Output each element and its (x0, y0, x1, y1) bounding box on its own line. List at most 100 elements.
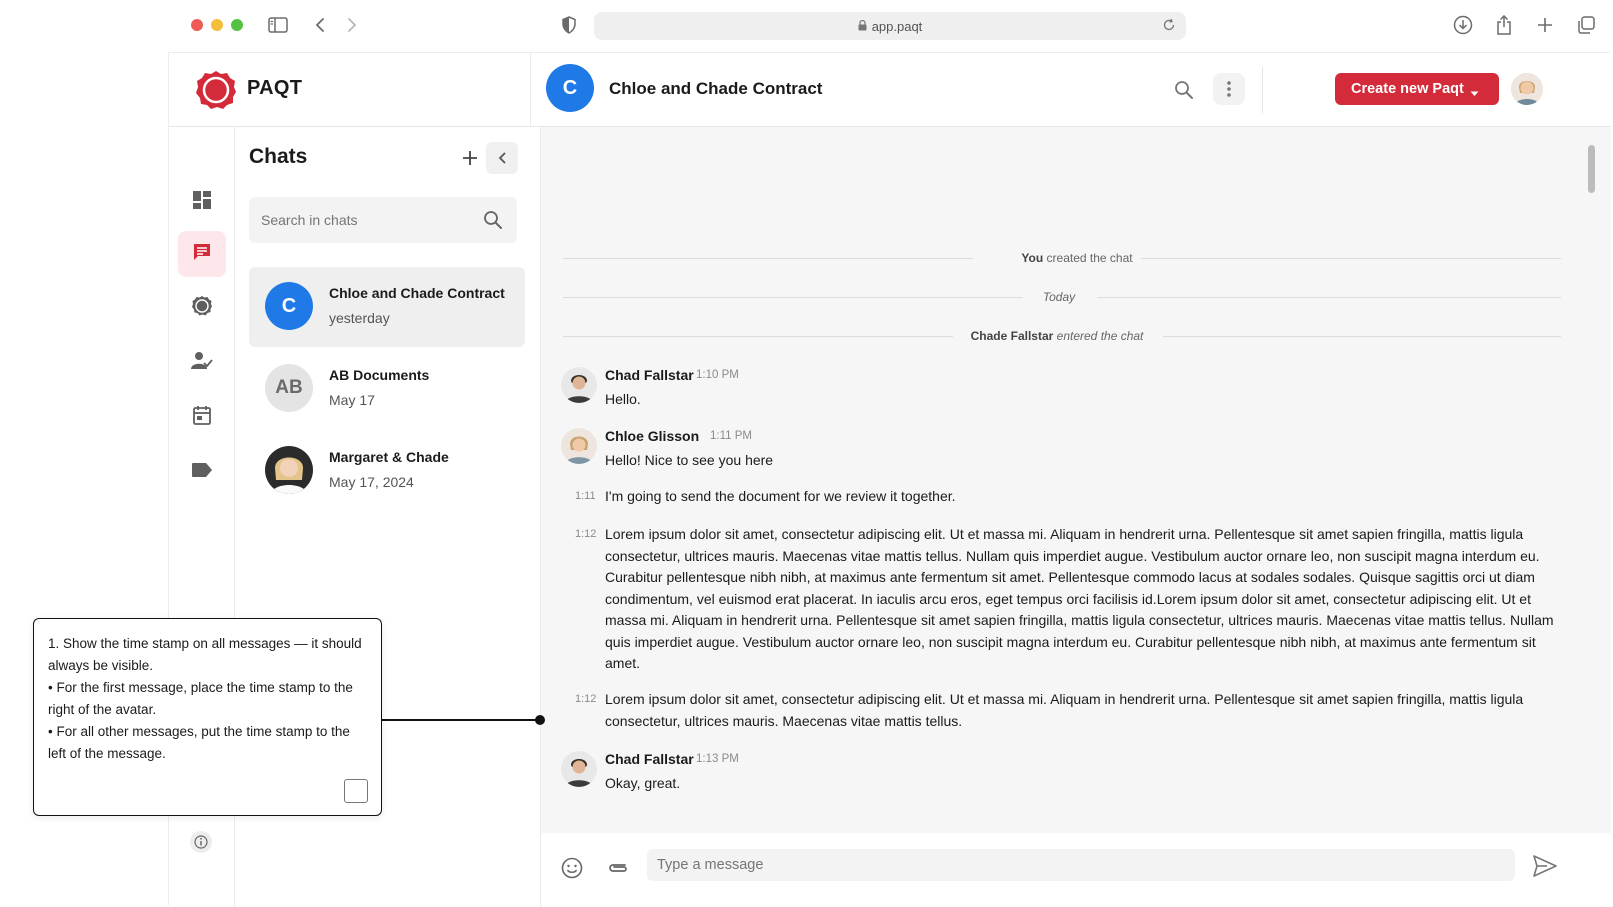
nav-dashboard[interactable] (178, 179, 226, 225)
message-timestamp: 1:11 PM (710, 430, 752, 442)
message-timestamp: 1:11 (575, 490, 596, 502)
send-icon[interactable] (1533, 855, 1559, 879)
message-text: Hello! Nice to see you here (605, 452, 774, 468)
system-divider-line (563, 336, 953, 337)
conversation-panel: You created the chat Today Chade Fallsta… (541, 127, 1611, 833)
info-icon[interactable] (190, 831, 212, 853)
date-divider-label: Today (1042, 290, 1076, 304)
annotation-checkbox[interactable] (344, 779, 368, 803)
annotation-connector-line (382, 719, 539, 721)
message-text: I'm going to send the document for we re… (605, 488, 956, 504)
emoji-icon[interactable] (561, 857, 583, 879)
message-text: Okay, great. (605, 775, 681, 791)
caret-down-icon (1470, 85, 1479, 101)
tab-overview-icon[interactable] (1575, 14, 1597, 36)
create-new-paqt-label: Create new Paqt (1351, 81, 1464, 97)
message-text: Lorem ipsum dolor sit amet, consectetur … (605, 691, 1524, 729)
chat-item-title: Margaret & Chade (329, 449, 449, 465)
collapse-panel-icon[interactable] (486, 142, 518, 174)
chat-list-item[interactable]: AB AB Documents May 17 (249, 349, 525, 429)
system-actor: You (1021, 251, 1044, 265)
chat-header-avatar: C (546, 64, 594, 112)
back-icon[interactable] (309, 14, 331, 36)
tag-icon (191, 462, 213, 483)
system-actor: Chade Fallstar (970, 329, 1054, 343)
message-text: Hello. (605, 391, 641, 407)
paqt-logo-icon (195, 69, 237, 111)
chat-item-date: yesterday (329, 310, 390, 326)
chat-avatar: AB (265, 364, 313, 412)
message-avatar (561, 751, 597, 787)
search-icon[interactable] (483, 210, 503, 235)
address-bar[interactable]: app.paqt (594, 12, 1186, 40)
reload-icon[interactable] (1162, 18, 1176, 35)
zoom-window-button[interactable] (231, 19, 243, 31)
chat-search-input[interactable] (249, 197, 469, 243)
nav-calendar[interactable] (178, 394, 226, 440)
new-chat-icon[interactable] (457, 145, 483, 171)
new-tab-icon[interactable] (1534, 14, 1556, 36)
chat-item-date: May 17 (329, 392, 375, 408)
system-divider-line (1141, 258, 1561, 259)
chat-avatar: C (265, 282, 313, 330)
message-avatar (561, 428, 597, 464)
url-text: app.paqt (871, 18, 923, 34)
nav-chats[interactable] (178, 231, 226, 277)
header-divider-2 (1262, 67, 1263, 113)
seal-icon (191, 295, 213, 322)
annotation-connector-dot (535, 715, 545, 725)
downloads-icon[interactable] (1452, 14, 1474, 36)
browser-toolbar: app.paqt (0, 0, 1613, 52)
chat-list-item[interactable]: C Chloe and Chade Contract yesterday (249, 267, 525, 347)
message-author: Chloe Glisson (605, 428, 700, 444)
more-options-icon[interactable] (1213, 73, 1245, 105)
chat-header-title: Chloe and Chade Contract (609, 79, 823, 98)
annotation-line: • For all other messages, put the time s… (48, 724, 350, 761)
annotation-note: 1. Show the time stamp on all messages —… (33, 618, 382, 816)
privacy-shield-icon[interactable] (558, 14, 580, 36)
minimize-window-button[interactable] (211, 19, 223, 31)
message-composer (541, 833, 1611, 907)
nav-contacts[interactable] (178, 340, 226, 386)
chat-avatar-photo (265, 446, 313, 494)
message-input[interactable] (647, 849, 1515, 881)
calendar-icon (192, 405, 212, 430)
nav-paqts[interactable] (178, 285, 226, 331)
close-window-button[interactable] (191, 19, 203, 31)
app-window: PAQT C Chloe and Chade Contract Create n… (168, 52, 1611, 907)
system-divider-line (563, 258, 973, 259)
date-divider-line (1097, 297, 1561, 298)
chat-item-title: Chloe and Chade Contract (329, 285, 505, 301)
message-author: Chad Fallstar (605, 367, 694, 383)
user-avatar[interactable] (1511, 73, 1543, 105)
create-new-paqt-button[interactable]: Create new Paqt (1335, 73, 1499, 105)
nav-labels[interactable] (178, 449, 226, 495)
chat-item-date: May 17, 2024 (329, 474, 414, 490)
conversation-scrollbar[interactable] (1588, 145, 1595, 193)
attachment-icon[interactable] (606, 859, 630, 877)
system-text: created the chat (1046, 251, 1133, 265)
forward-icon[interactable] (341, 14, 363, 36)
annotation-line: • For the first message, place the time … (48, 680, 353, 717)
chats-heading: Chats (249, 145, 308, 168)
message-timestamp: 1:13 PM (696, 753, 739, 765)
sidebar-toggle-icon[interactable] (267, 14, 289, 36)
system-message-created: You created the chat (987, 251, 1167, 265)
system-message-entered: Chade Fallstar entered the chat (957, 329, 1157, 343)
search-icon[interactable] (1171, 77, 1197, 103)
message-timestamp: 1:10 PM (696, 369, 739, 381)
lock-icon (858, 19, 867, 34)
chat-search-box[interactable] (249, 197, 517, 243)
chat-icon (192, 242, 212, 267)
user-check-icon (191, 351, 213, 376)
message-avatar (561, 367, 597, 403)
brand-name: PAQT (247, 77, 303, 99)
system-text: entered the chat (1056, 329, 1144, 343)
share-icon[interactable] (1493, 14, 1515, 36)
system-divider-line (1163, 336, 1561, 337)
message-text: Lorem ipsum dolor sit amet, consectetur … (605, 526, 1554, 671)
message-timestamp: 1:12 (575, 528, 597, 540)
header-divider (530, 53, 531, 127)
chat-item-title: AB Documents (329, 367, 430, 383)
chat-list-item[interactable]: Margaret & Chade May 17, 2024 (249, 431, 525, 511)
